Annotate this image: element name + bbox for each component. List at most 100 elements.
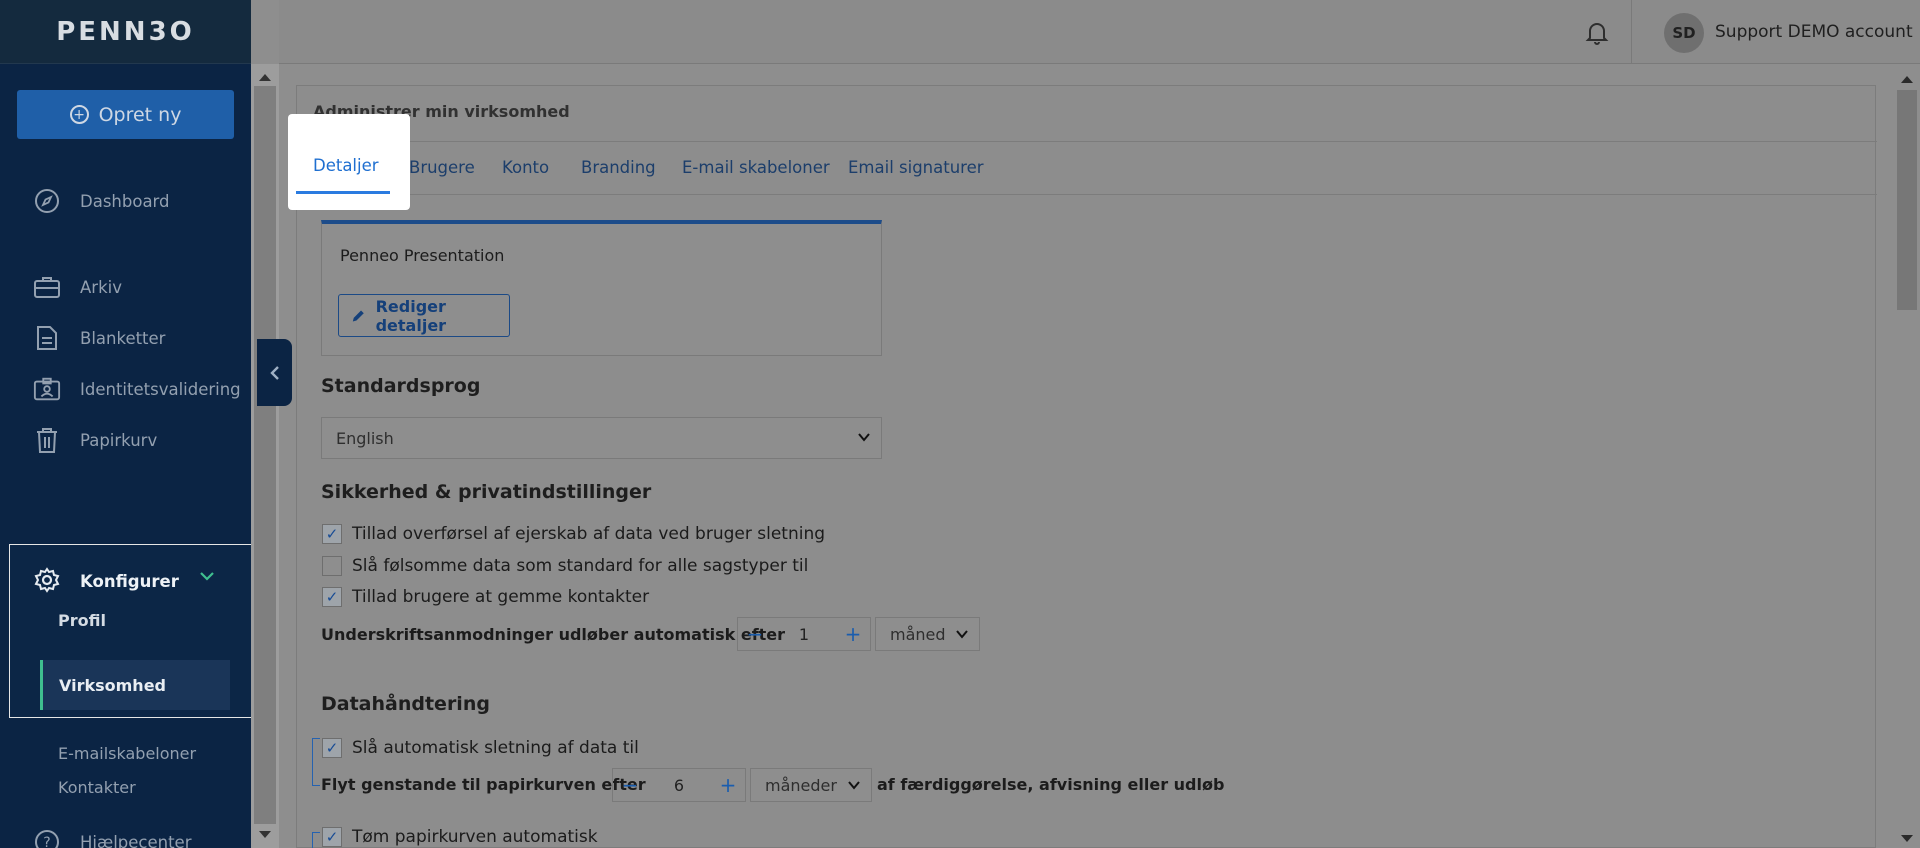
checkbox-label: Tillad brugere at gemme kontakter bbox=[352, 587, 650, 607]
edit-details-button[interactable]: Rediger detaljer bbox=[338, 294, 510, 337]
subitem-label: Profil bbox=[58, 610, 106, 630]
chevron-down-icon bbox=[847, 778, 861, 796]
bell-icon[interactable] bbox=[1585, 20, 1611, 46]
create-new-label: Opret ny bbox=[98, 103, 182, 126]
plus-icon[interactable]: + bbox=[711, 773, 745, 797]
company-card: Penneo Presentation Rediger detaljer bbox=[321, 220, 882, 356]
checkbox-label: Tillad overførsel af ejerskab af data ve… bbox=[352, 524, 826, 544]
collapse-sidebar-button[interactable] bbox=[257, 339, 292, 406]
tab-brugere[interactable]: Brugere bbox=[409, 158, 475, 177]
subitem-label: Kontakter bbox=[58, 778, 136, 797]
sidebar-subitem-kontakter[interactable]: Kontakter bbox=[40, 764, 232, 814]
checkbox[interactable]: ✓ bbox=[322, 827, 342, 847]
checkbox[interactable] bbox=[322, 556, 342, 576]
expiry-value[interactable]: 1 bbox=[772, 625, 836, 644]
minus-icon[interactable]: − bbox=[738, 622, 772, 646]
expiry-unit-select[interactable]: måned bbox=[875, 617, 980, 651]
tab-email-skabeloner[interactable]: E-mail skabeloner bbox=[682, 158, 830, 177]
language-value: English bbox=[336, 428, 394, 448]
sidebar-item-blanketter[interactable]: Blanketter bbox=[0, 318, 251, 358]
checkbox-label: Slå følsomme data som standard for alle … bbox=[352, 556, 809, 576]
id-badge-icon bbox=[33, 375, 61, 403]
security-heading: Sikkerhed & privatindstillinger bbox=[321, 481, 652, 503]
sidebar-item-label: Dashboard bbox=[80, 191, 170, 211]
checkbox[interactable]: ✓ bbox=[322, 587, 342, 607]
scrollbar-thumb[interactable] bbox=[254, 86, 276, 824]
pencil-icon bbox=[352, 310, 364, 321]
sidebar-scrollbar[interactable] bbox=[251, 64, 279, 848]
divider bbox=[297, 194, 1877, 195]
edit-details-label: Rediger detaljer bbox=[375, 296, 447, 335]
avatar[interactable]: SD bbox=[1664, 13, 1704, 53]
language-heading: Standardsprog bbox=[321, 375, 481, 397]
gear-icon bbox=[34, 567, 60, 593]
data-heading: Datahåndtering bbox=[321, 693, 490, 715]
scroll-up-icon[interactable] bbox=[259, 74, 271, 81]
trash-icon bbox=[33, 426, 61, 454]
briefcase-icon bbox=[33, 273, 61, 301]
language-select[interactable]: English bbox=[321, 417, 882, 459]
subitem-label: Virksomhed bbox=[59, 675, 166, 695]
move-unit-select[interactable]: måneder bbox=[750, 768, 872, 802]
chevron-down-icon bbox=[955, 627, 969, 645]
auto-delete-option[interactable]: ✓ Slå automatisk sletning af data til bbox=[322, 737, 639, 759]
move-value[interactable]: 6 bbox=[647, 776, 711, 795]
move-unit: måneder bbox=[765, 775, 837, 795]
sidebar-item-label: Blanketter bbox=[80, 328, 166, 348]
help-circle-icon: ? bbox=[33, 828, 61, 848]
plus-circle-icon: + bbox=[69, 105, 89, 124]
chevron-down-icon bbox=[857, 430, 871, 448]
config-label[interactable]: Konfigurer bbox=[80, 572, 179, 591]
sidebar-item-label: Identitetsvalidering bbox=[80, 379, 241, 399]
chevron-down-icon[interactable] bbox=[198, 567, 216, 590]
create-new-button[interactable]: + Opret ny bbox=[17, 90, 234, 139]
company-name: Penneo Presentation bbox=[340, 246, 505, 265]
sidebar-item-dashboard[interactable]: Dashboard bbox=[0, 181, 251, 221]
move-label: Flyt genstande til papirkurven efter bbox=[321, 775, 646, 794]
expiry-label: Underskriftsanmodninger udløber automati… bbox=[321, 625, 786, 644]
logo-bar: PENN3O bbox=[0, 0, 251, 64]
tab-email-signaturer[interactable]: Email signaturer bbox=[848, 158, 984, 177]
minus-icon[interactable]: − bbox=[613, 773, 647, 797]
account-name[interactable]: Support DEMO account bbox=[1715, 22, 1913, 42]
expiry-unit: måned bbox=[890, 624, 946, 644]
sidebar-item-label: Hjælpecenter bbox=[80, 832, 192, 848]
sidebar-subitem-profil[interactable]: Profil bbox=[40, 595, 232, 645]
main-scrollbar[interactable] bbox=[1894, 64, 1920, 848]
scroll-up-icon[interactable] bbox=[1901, 76, 1913, 83]
sidebar-subitem-virksomhed[interactable]: Virksomhed bbox=[40, 660, 230, 710]
chevron-left-icon bbox=[269, 365, 279, 380]
divider bbox=[297, 141, 1877, 142]
plus-icon[interactable]: + bbox=[836, 622, 870, 646]
move-suffix: af færdiggørelse, afvisning eller udløb bbox=[877, 775, 1225, 794]
expiry-stepper[interactable]: − 1 + bbox=[737, 617, 871, 651]
tab-detaljer[interactable]: Detaljer bbox=[313, 156, 379, 175]
active-tab-indicator bbox=[296, 191, 390, 194]
logo: PENN3O bbox=[56, 16, 195, 47]
scroll-down-icon[interactable] bbox=[259, 831, 271, 838]
checkbox[interactable]: ✓ bbox=[322, 738, 342, 758]
sidebar-item-help[interactable]: ? Hjælpecenter bbox=[0, 822, 251, 848]
group-bracket bbox=[312, 738, 320, 786]
empty-trash-option[interactable]: ✓ Tøm papirkurven automatisk bbox=[322, 826, 598, 848]
checkbox-label: Slå automatisk sletning af data til bbox=[352, 738, 639, 758]
tab-branding[interactable]: Branding bbox=[581, 158, 656, 177]
group-bracket bbox=[312, 832, 320, 848]
config-group: Konfigurer Profil Virksomhed bbox=[10, 545, 260, 717]
scrollbar-thumb[interactable] bbox=[1897, 90, 1917, 310]
sidebar-item-identitetsvalidering[interactable]: Identitetsvalidering bbox=[0, 369, 251, 409]
move-stepper[interactable]: − 6 + bbox=[612, 768, 746, 802]
sidebar-item-papirkurv[interactable]: Papirkurv bbox=[0, 420, 251, 460]
security-option-transfer[interactable]: ✓ Tillad overførsel af ejerskab af data … bbox=[322, 523, 825, 545]
security-option-sensitive[interactable]: Slå følsomme data som standard for alle … bbox=[322, 555, 808, 577]
sidebar: PENN3O + Opret ny Dashboard Arkiv Blanke… bbox=[0, 0, 251, 848]
checkbox[interactable]: ✓ bbox=[322, 524, 342, 544]
scroll-down-icon[interactable] bbox=[1901, 835, 1913, 842]
sidebar-item-arkiv[interactable]: Arkiv bbox=[0, 267, 251, 307]
subitem-label: E-mailskabeloner bbox=[58, 743, 197, 763]
sidebar-item-label: Papirkurv bbox=[80, 430, 158, 450]
tab-konto[interactable]: Konto bbox=[502, 158, 549, 177]
security-option-contacts[interactable]: ✓ Tillad brugere at gemme kontakter bbox=[322, 586, 649, 608]
topbar: SD Support DEMO account bbox=[279, 0, 1920, 64]
document-icon bbox=[33, 324, 61, 352]
